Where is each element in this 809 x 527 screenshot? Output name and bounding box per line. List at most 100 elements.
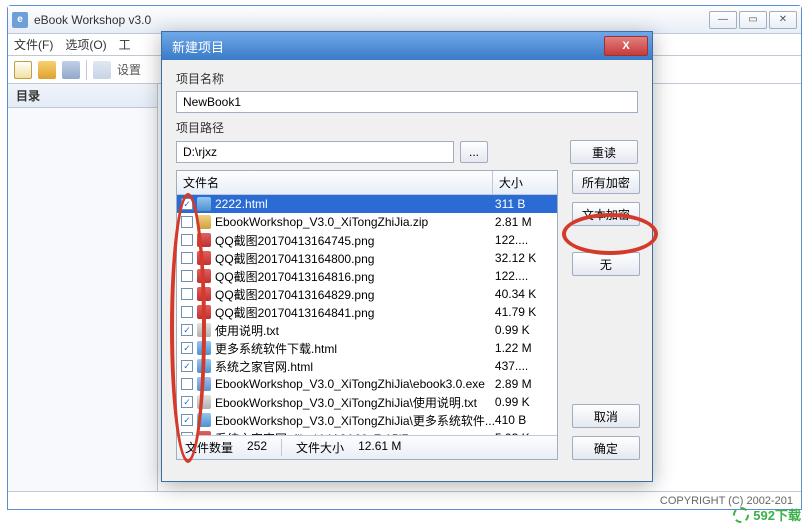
ok-button[interactable]: 确定 — [572, 436, 640, 460]
file-name: EbookWorkshop_V3.0_XiTongZhiJia\使用说明.txt — [215, 394, 495, 411]
project-path-input[interactable] — [176, 141, 454, 163]
file-list[interactable]: 2222.html311 BEbookWorkshop_V3.0_XiTongZ… — [177, 195, 557, 435]
file-row[interactable]: QQ截图20170413164816.png122.... — [177, 267, 557, 285]
menu-file[interactable]: 文件(F) — [14, 36, 53, 53]
file-name: EbookWorkshop_V3.0_XiTongZhiJia\更多系统软件..… — [215, 412, 495, 429]
file-checkbox[interactable] — [181, 270, 193, 282]
file-checkbox[interactable] — [181, 324, 193, 336]
file-type-icon — [197, 395, 211, 409]
file-checkbox[interactable] — [181, 306, 193, 318]
project-path-label: 项目路径 — [176, 119, 638, 136]
file-row[interactable]: EbookWorkshop_V3.0_XiTongZhiJia.zip2.81 … — [177, 213, 557, 231]
cancel-button[interactable]: 取消 — [572, 404, 640, 428]
watermark: 592下载 — [733, 505, 801, 524]
file-size: 32.12 K — [495, 251, 553, 265]
file-size: 0.99 K — [495, 323, 553, 337]
file-row[interactable]: 系统之家官网.html437.... — [177, 357, 557, 375]
window-controls: — ▭ ✕ — [709, 11, 797, 29]
encrypt-text-button[interactable]: 文本加密 — [572, 202, 640, 226]
file-size: 122.... — [495, 269, 553, 283]
none-button[interactable]: 无 — [572, 252, 640, 276]
dialog-title: 新建项目 — [172, 37, 604, 56]
project-name-input[interactable] — [176, 91, 638, 113]
file-size: 1.22 M — [495, 341, 553, 355]
file-checkbox[interactable] — [181, 414, 193, 426]
watermark-logo-icon — [733, 507, 749, 523]
file-row[interactable]: EbookWorkshop_V3.0_XiTongZhiJia\使用说明.txt… — [177, 393, 557, 411]
browse-button[interactable]: ... — [460, 141, 488, 163]
file-row[interactable]: QQ截图20170413164829.png40.34 K — [177, 285, 557, 303]
file-size: 41.79 K — [495, 305, 553, 319]
file-name: 系统之家官网.html — [215, 358, 495, 375]
file-count-label: 文件数量 — [185, 439, 233, 456]
file-name: 使用说明.txt — [215, 322, 495, 339]
project-name-label: 项目名称 — [176, 70, 638, 87]
app-icon: e — [12, 12, 28, 28]
new-project-dialog: 新建项目 X 项目名称 项目路径 ... 重读 文件名 大小 2222.html… — [161, 31, 653, 482]
close-button[interactable]: ✕ — [769, 11, 797, 29]
file-row[interactable]: QQ截图20170413164745.png122.... — [177, 231, 557, 249]
menu-tool-partial[interactable]: 工 — [119, 36, 131, 53]
save-icon[interactable] — [62, 61, 80, 79]
file-checkbox[interactable] — [181, 234, 193, 246]
file-count-value: 252 — [247, 439, 267, 456]
col-size[interactable]: 大小 — [493, 171, 557, 194]
file-size: 0.99 K — [495, 395, 553, 409]
menu-options[interactable]: 选项(O) — [65, 36, 106, 53]
file-type-icon — [197, 287, 211, 301]
statusbar: COPYRIGHT (C) 2002-201 — [8, 491, 801, 509]
file-name: QQ截图20170413164841.png — [215, 304, 495, 321]
minimize-button[interactable]: — — [709, 11, 737, 29]
settings-label[interactable]: 设置 — [117, 61, 141, 78]
dialog-side-buttons: 所有加密 文本加密 无 取消 确定 — [572, 170, 640, 460]
file-type-icon — [197, 251, 211, 265]
file-type-icon — [197, 323, 211, 337]
file-row[interactable]: EbookWorkshop_V3.0_XiTongZhiJia\ebook3.0… — [177, 375, 557, 393]
dialog-close-button[interactable]: X — [604, 36, 648, 56]
file-size-value: 12.61 M — [358, 439, 401, 456]
file-checkbox[interactable] — [181, 396, 193, 408]
app-title: eBook Workshop v3.0 — [34, 13, 709, 27]
file-checkbox[interactable] — [181, 360, 193, 372]
file-checkbox[interactable] — [181, 378, 193, 390]
file-checkbox[interactable] — [181, 216, 193, 228]
new-icon[interactable] — [14, 61, 32, 79]
file-list-panel: 文件名 大小 2222.html311 BEbookWorkshop_V3.0_… — [176, 170, 558, 460]
file-checkbox[interactable] — [181, 252, 193, 264]
sidebar-header: 目录 — [8, 84, 157, 108]
file-row[interactable]: QQ截图20170413164841.png41.79 K — [177, 303, 557, 321]
file-row[interactable]: EbookWorkshop_V3.0_XiTongZhiJia\更多系统软件..… — [177, 411, 557, 429]
file-row[interactable]: 使用说明.txt0.99 K — [177, 321, 557, 339]
file-name: QQ截图20170413164745.png — [215, 232, 495, 249]
file-row[interactable]: QQ截图20170413164800.png32.12 K — [177, 249, 557, 267]
main-titlebar[interactable]: e eBook Workshop v3.0 — ▭ ✕ — [8, 6, 801, 34]
file-list-header: 文件名 大小 — [177, 171, 557, 195]
file-type-icon — [197, 377, 211, 391]
file-size: 2.89 M — [495, 377, 553, 391]
dialog-titlebar[interactable]: 新建项目 X — [162, 32, 652, 60]
file-name: QQ截图20170413164800.png — [215, 250, 495, 267]
file-row[interactable]: 更多系统软件下载.html1.22 M — [177, 339, 557, 357]
file-type-icon — [197, 269, 211, 283]
file-name: 2222.html — [215, 197, 495, 211]
col-filename[interactable]: 文件名 — [177, 171, 493, 194]
watermark-text: 592下载 — [753, 505, 801, 524]
file-type-icon — [197, 413, 211, 427]
file-checkbox[interactable] — [181, 288, 193, 300]
open-icon[interactable] — [38, 61, 56, 79]
file-type-icon — [197, 215, 211, 229]
file-size: 122.... — [495, 233, 553, 247]
file-row[interactable]: 2222.html311 B — [177, 195, 557, 213]
dialog-body: 项目名称 项目路径 ... 重读 文件名 大小 2222.html311 BEb… — [162, 60, 652, 470]
file-type-icon — [197, 305, 211, 319]
file-checkbox[interactable] — [181, 342, 193, 354]
file-type-icon — [197, 341, 211, 355]
toolbar-separator — [86, 60, 87, 80]
file-name: QQ截图20170413164816.png — [215, 268, 495, 285]
maximize-button[interactable]: ▭ — [739, 11, 767, 29]
file-checkbox[interactable] — [181, 198, 193, 210]
settings-icon[interactable] — [93, 61, 111, 79]
encrypt-all-button[interactable]: 所有加密 — [572, 170, 640, 194]
file-name: 更多系统软件下载.html — [215, 340, 495, 357]
reload-button[interactable]: 重读 — [570, 140, 638, 164]
